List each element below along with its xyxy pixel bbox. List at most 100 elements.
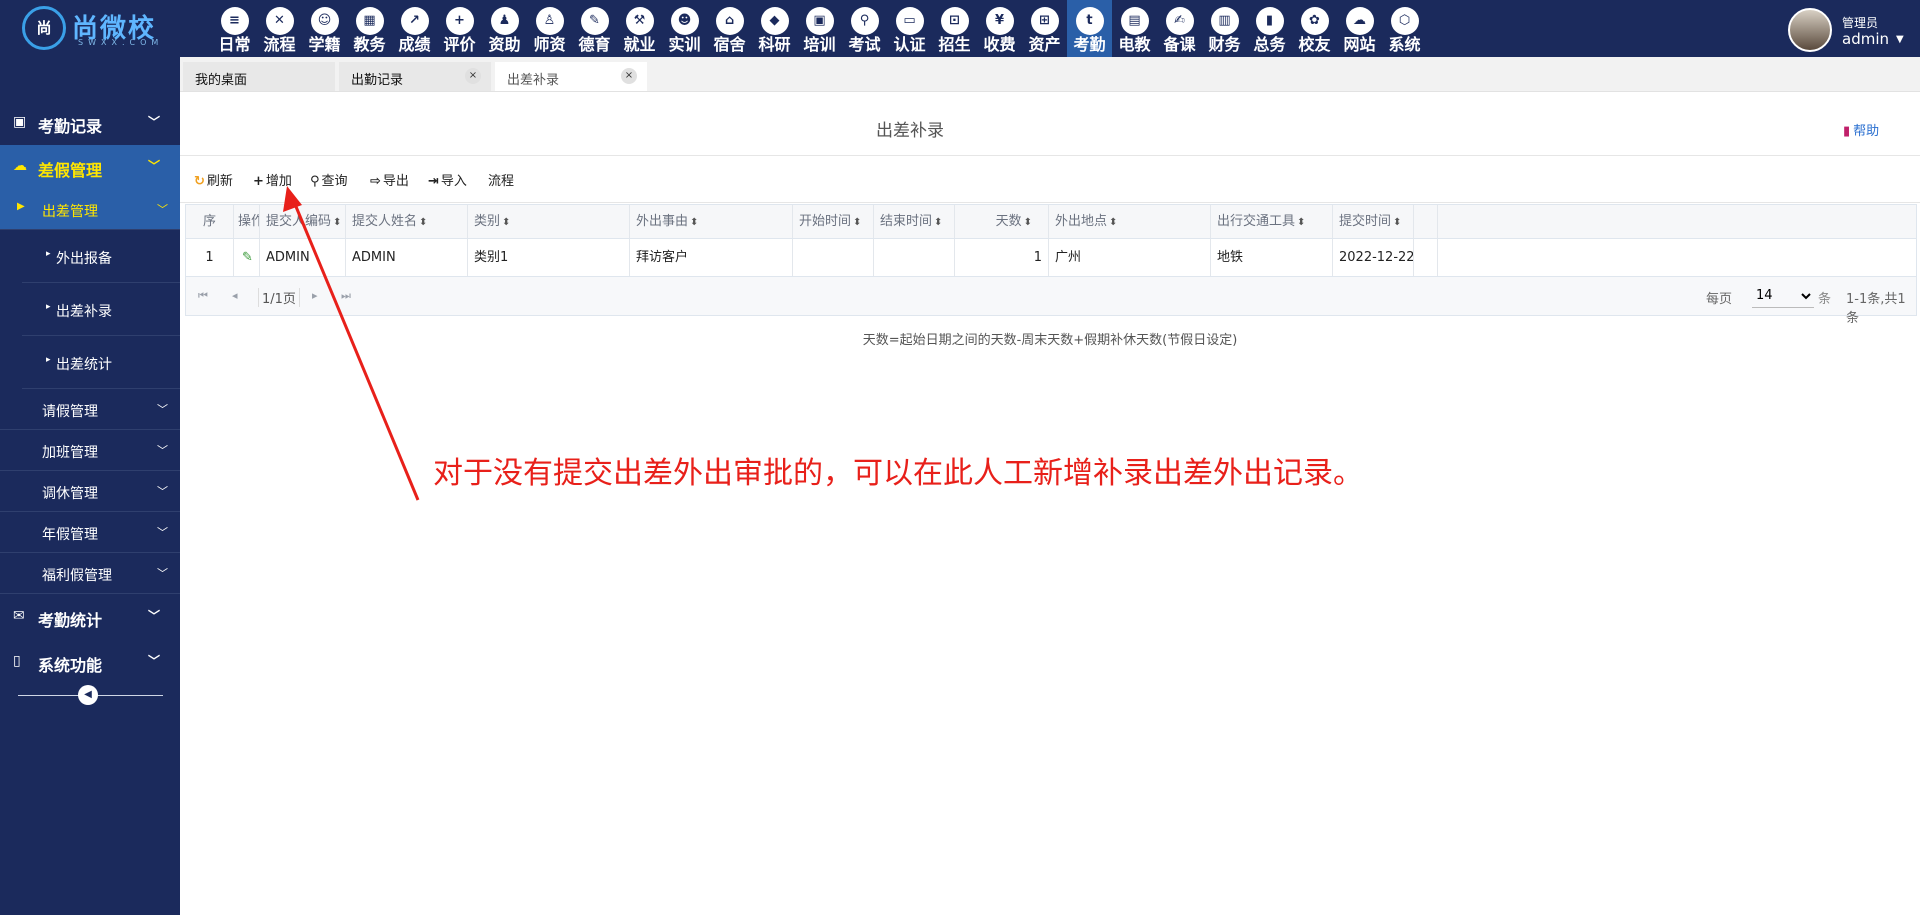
logo-mark: 尚: [22, 6, 66, 50]
bus-icon: ⊡: [940, 7, 969, 35]
edit-icon: ✍: [1165, 7, 1194, 35]
sidebar-item-outing-report[interactable]: ▸ 外出报备: [22, 230, 180, 283]
sidebar-item-business-trip[interactable]: ▶ 出差管理 ﹀: [0, 189, 180, 230]
column-header-transport[interactable]: 出行交通工具 ⬍: [1211, 205, 1333, 238]
sidebar-item-label: 年假管理: [42, 527, 98, 543]
book-icon: ✎: [580, 7, 609, 35]
sort-icon: ⬍: [853, 217, 862, 228]
nav-item-20[interactable]: ▤ 电教: [1112, 0, 1157, 57]
logo[interactable]: 尚 尚微校 SWXX.COM: [22, 6, 172, 52]
last-page-icon[interactable]: ⏭: [341, 289, 351, 303]
sort-icon: ⬍: [934, 217, 943, 228]
toolbar: ↻ 刷新 + 增加 ⚲ 查询 ⇨ 导出 ⇥ 导入 流程: [180, 155, 1920, 203]
close-icon[interactable]: ×: [621, 68, 637, 84]
first-page-icon[interactable]: ⏮: [198, 289, 208, 303]
column-header-start[interactable]: 开始时间 ⬍: [793, 205, 874, 238]
column-label: 操作: [238, 214, 259, 229]
nav-item-14[interactable]: ⚲ 考试: [842, 0, 887, 57]
column-header-name[interactable]: 提交人姓名 ⬍: [346, 205, 468, 238]
tab-trip-supplement[interactable]: 出差补录 ×: [495, 62, 647, 91]
nav-item-17[interactable]: ¥ 收费: [977, 0, 1022, 57]
sidebar-group-leave-management[interactable]: ☁ 差假管理 ﹀: [0, 145, 180, 189]
next-page-icon[interactable]: ▸: [312, 289, 318, 302]
sidebar-item-compensatory-leave[interactable]: 调休管理 ﹀: [0, 471, 180, 512]
nav-item-18[interactable]: ⊞ 资产: [1022, 0, 1067, 57]
nav-item-11[interactable]: ⌂ 宿舍: [707, 0, 752, 57]
table-row[interactable]: 1 ✎ ADMIN ADMIN 类别1 拜访客户 1 广州 地铁 2022-12…: [186, 239, 1916, 277]
tab-attendance-records[interactable]: 出勤记录 ×: [339, 62, 491, 91]
sidebar-group-system-functions[interactable]: ▯ 系统功能 ﹀: [0, 640, 180, 684]
nav-item-3[interactable]: ▦ 教务: [347, 0, 392, 57]
column-header-place[interactable]: 外出地点 ⬍: [1049, 205, 1211, 238]
nav-item-7[interactable]: ♙ 师资: [527, 0, 572, 57]
nav-item-16[interactable]: ⊡ 招生: [932, 0, 977, 57]
nav-item-label: 备课: [1163, 35, 1196, 54]
sidebar-item-trip-supplement[interactable]: ▸ 出差补录: [22, 283, 180, 336]
nav-item-21[interactable]: ✍ 备课: [1157, 0, 1202, 57]
sidebar-item-overtime[interactable]: 加班管理 ﹀: [0, 430, 180, 471]
sidebar-item-annual-leave[interactable]: 年假管理 ﹀: [0, 512, 180, 553]
sidebar-item-label: 出差统计: [56, 357, 112, 373]
avatar[interactable]: [1788, 8, 1832, 52]
column-header-category[interactable]: 类别 ⬍: [468, 205, 630, 238]
column-label: 外出地点: [1055, 214, 1108, 229]
sidebar-group-attendance-records[interactable]: ▣ 考勤记录 ﹀: [0, 101, 180, 145]
nav-item-10[interactable]: ☻ 实训: [662, 0, 707, 57]
column-header-code[interactable]: 提交人编码 ⬍: [260, 205, 346, 238]
nav-item-23[interactable]: ▮ 总务: [1247, 0, 1292, 57]
nav-item-19[interactable]: t 考勤: [1067, 0, 1112, 57]
nav-item-5[interactable]: + 评价: [437, 0, 482, 57]
envelope-icon: ✉: [13, 608, 25, 624]
sidebar-item-trip-statistics[interactable]: ▸ 出差统计: [22, 336, 180, 389]
nav-item-25[interactable]: ☁ 网站: [1337, 0, 1382, 57]
prev-page-icon[interactable]: ◂: [232, 289, 238, 302]
user-menu[interactable]: 管理员 admin ▼: [1788, 8, 1912, 53]
flow-button[interactable]: 流程: [488, 170, 514, 189]
nav-item-22[interactable]: ▥ 财务: [1202, 0, 1247, 57]
nav-item-1[interactable]: ✕ 流程: [257, 0, 302, 57]
sidebar-group-attendance-statistics[interactable]: ✉ 考勤统计 ﹀: [0, 595, 180, 639]
close-icon[interactable]: ×: [465, 68, 481, 84]
add-button[interactable]: + 增加: [253, 170, 292, 189]
nav-item-label: 考试: [848, 35, 881, 54]
nav-item-6[interactable]: ♟ 资助: [482, 0, 527, 57]
import-button[interactable]: ⇥ 导入: [428, 170, 467, 189]
column-header-reason[interactable]: 外出事由 ⬍: [630, 205, 793, 238]
column-label: 开始时间: [799, 214, 852, 229]
sidebar-item-welfare-leave[interactable]: 福利假管理 ﹀: [0, 553, 180, 594]
collapse-left-icon[interactable]: ◀: [78, 685, 98, 705]
chevron-down-icon: ﹀: [147, 654, 160, 668]
query-button[interactable]: ⚲ 查询: [310, 170, 348, 189]
nav-item-26[interactable]: ⬡ 系统: [1382, 0, 1427, 57]
export-button[interactable]: ⇨ 导出: [370, 170, 409, 189]
cell-start: [793, 239, 874, 276]
per-page-select[interactable]: 14: [1752, 284, 1814, 308]
sort-icon: ⬍: [1393, 217, 1402, 228]
refresh-button[interactable]: ↻ 刷新: [194, 170, 233, 189]
graduation-cap-icon: ◆: [760, 7, 789, 35]
column-header-days[interactable]: 天数 ⬍: [955, 205, 1049, 238]
sidebar-item-leave-request[interactable]: 请假管理 ﹀: [0, 389, 180, 430]
column-header-end[interactable]: 结束时间 ⬍: [874, 205, 955, 238]
help-link[interactable]: ▮ 帮助: [1843, 120, 1879, 139]
book-icon: ▮: [1843, 124, 1851, 139]
flow-label: 流程: [488, 174, 515, 189]
tab-bar: 我的桌面 出勤记录 × 出差补录 ×: [180, 57, 1920, 92]
column-header-submit-time[interactable]: 提交时间 ⬍: [1333, 205, 1414, 238]
nav-item-label: 评价: [443, 35, 476, 54]
nav-item-24[interactable]: ✿ 校友: [1292, 0, 1337, 57]
nav-item-15[interactable]: ▭ 认证: [887, 0, 932, 57]
nav-item-12[interactable]: ◆ 科研: [752, 0, 797, 57]
nav-item-2[interactable]: ☺ 学籍: [302, 0, 347, 57]
nav-item-8[interactable]: ✎ 德育: [572, 0, 617, 57]
nav-item-13[interactable]: ▣ 培训: [797, 0, 842, 57]
edit-icon[interactable]: ✎: [234, 239, 260, 276]
nav-item-4[interactable]: ↗ 成绩: [392, 0, 437, 57]
chevron-down-icon: ﹀: [147, 159, 160, 173]
nav-item-label: 招生: [938, 35, 971, 54]
caret-down-icon[interactable]: ▼: [1896, 34, 1904, 45]
tab-my-desktop[interactable]: 我的桌面: [183, 62, 335, 91]
nav-item-9[interactable]: ⚒ 就业: [617, 0, 662, 57]
sidebar-group-label: 差假管理: [38, 161, 103, 180]
nav-item-0[interactable]: ≡ 日常: [212, 0, 257, 57]
